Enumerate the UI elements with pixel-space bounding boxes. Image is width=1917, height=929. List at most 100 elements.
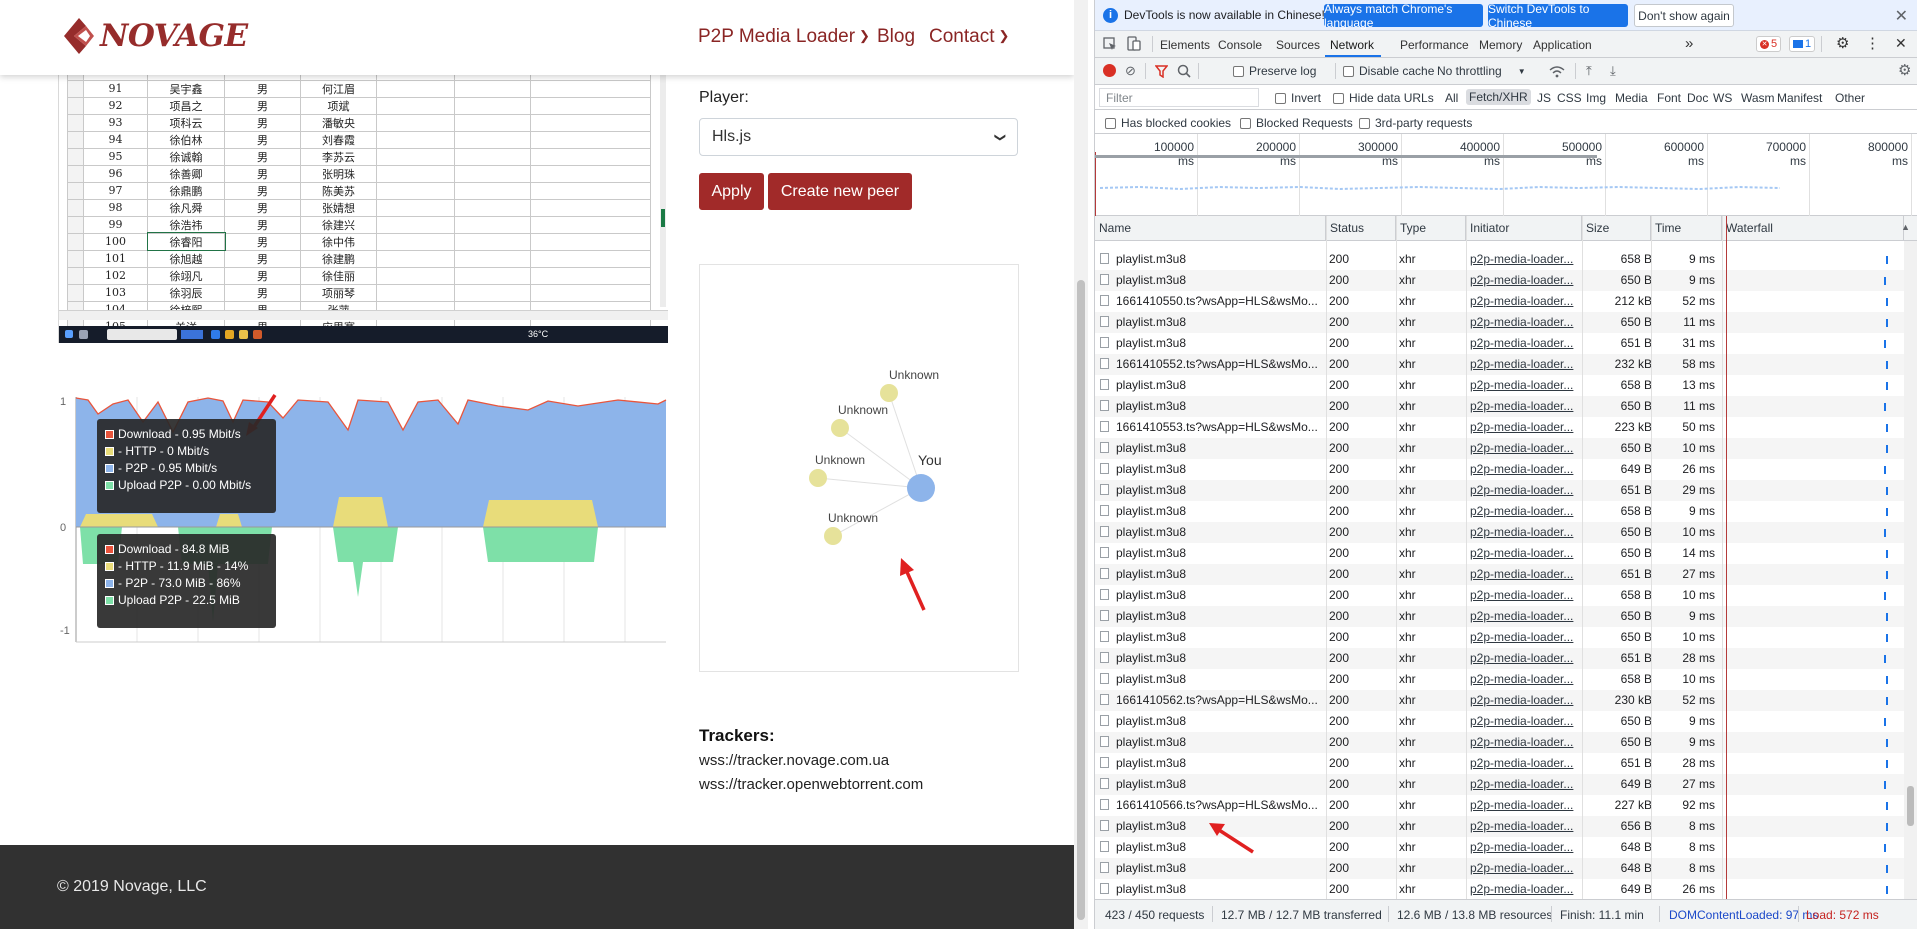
request-row[interactable]: playlist.m3u8 200 xhr p2p-media-loader... 65… [1095, 543, 1904, 564]
match-language-button[interactable]: Always match Chrome's language [1324, 2, 1483, 30]
network-settings-gear-icon[interactable]: ⚙ [1898, 61, 1911, 79]
request-initiator-link[interactable]: p2p-media-loader... [1470, 417, 1580, 438]
third-party-checkbox[interactable]: 3rd-party requests [1359, 116, 1472, 130]
create-new-peer-button[interactable]: Create new peer [768, 173, 912, 210]
page-scrollbar[interactable] [1074, 0, 1088, 929]
preserve-log-checkbox[interactable]: Preserve log [1233, 64, 1316, 78]
more-tabs-icon[interactable]: » [1685, 35, 1693, 52]
request-initiator-link[interactable]: p2p-media-loader... [1470, 816, 1580, 837]
column-header-waterfall[interactable]: Waterfall [1722, 216, 1904, 241]
request-row[interactable]: 1661410566.ts?wsApp=HLS&wsMo... 200 xhr p2p… [1095, 795, 1904, 816]
type-filter-js[interactable]: JS [1537, 91, 1551, 105]
request-row[interactable]: playlist.m3u8 200 xhr p2p-media-loader... 65… [1095, 375, 1904, 396]
settings-gear-icon[interactable]: ⚙ [1836, 34, 1849, 52]
column-header-name[interactable]: Name [1095, 216, 1326, 241]
request-initiator-link[interactable]: p2p-media-loader... [1470, 480, 1580, 501]
request-row[interactable]: playlist.m3u8 200 xhr p2p-media-loader... 65… [1095, 522, 1904, 543]
type-filter-wasm[interactable]: Wasm [1741, 91, 1775, 105]
request-initiator-link[interactable]: p2p-media-loader... [1470, 669, 1580, 690]
player-select[interactable]: Hls.js ❯ [699, 118, 1018, 156]
request-initiator-link[interactable]: p2p-media-loader... [1470, 564, 1580, 585]
request-initiator-link[interactable]: p2p-media-loader... [1470, 627, 1580, 648]
type-filter-media[interactable]: Media [1615, 91, 1648, 105]
request-row[interactable]: playlist.m3u8 200 xhr p2p-media-loader... 65… [1095, 270, 1904, 291]
nav-p2p-media-loader[interactable]: P2P Media Loader ❯ [698, 26, 870, 48]
request-row[interactable]: playlist.m3u8 200 xhr p2p-media-loader... 65… [1095, 438, 1904, 459]
you-node[interactable] [907, 474, 935, 502]
device-toolbar-icon[interactable] [1127, 36, 1141, 52]
requests-scrollbar[interactable] [1904, 241, 1917, 899]
request-row[interactable]: 1661410550.ts?wsApp=HLS&wsMo... 200 xhr p2p… [1095, 291, 1904, 312]
request-initiator-link[interactable]: p2p-media-loader... [1470, 291, 1580, 312]
type-filter-doc[interactable]: Doc [1687, 91, 1708, 105]
type-filter-font[interactable]: Font [1657, 91, 1681, 105]
tab-elements[interactable]: Elements [1160, 38, 1210, 52]
request-row[interactable] [1095, 241, 1904, 249]
close-devtools-icon[interactable]: ✕ [1895, 35, 1907, 52]
tab-console[interactable]: Console [1218, 38, 1262, 52]
request-initiator-link[interactable]: p2p-media-loader... [1470, 774, 1580, 795]
nav-blog[interactable]: Blog [877, 26, 915, 48]
type-filter-other[interactable]: Other [1835, 91, 1865, 105]
request-row[interactable]: 1661410552.ts?wsApp=HLS&wsMo... 200 xhr p2p… [1095, 354, 1904, 375]
invert-checkbox[interactable]: Invert [1275, 91, 1321, 105]
request-row[interactable]: playlist.m3u8 200 xhr p2p-media-loader... 65… [1095, 753, 1904, 774]
request-initiator-link[interactable]: p2p-media-loader... [1470, 711, 1580, 732]
disable-cache-checkbox[interactable]: Disable cache [1343, 64, 1434, 78]
request-initiator-link[interactable]: p2p-media-loader... [1470, 333, 1580, 354]
filter-icon[interactable] [1155, 65, 1168, 78]
column-header-time[interactable]: Time [1651, 216, 1722, 241]
peer-node[interactable] [880, 384, 898, 402]
request-row[interactable]: playlist.m3u8 200 xhr p2p-media-loader... 65… [1095, 669, 1904, 690]
filter-input[interactable]: Filter [1099, 88, 1259, 107]
peer-node[interactable] [824, 527, 842, 545]
peer-node[interactable] [809, 469, 827, 487]
switch-chinese-button[interactable]: Switch DevTools to Chinese [1488, 2, 1628, 30]
request-initiator-link[interactable]: p2p-media-loader... [1470, 858, 1580, 879]
type-filter-manifest[interactable]: Manifest [1777, 91, 1822, 105]
request-initiator-link[interactable]: p2p-media-loader... [1470, 753, 1580, 774]
request-row[interactable]: playlist.m3u8 200 xhr p2p-media-loader... 64… [1095, 879, 1904, 899]
type-filter-img[interactable]: Img [1586, 91, 1606, 105]
request-initiator-link[interactable]: p2p-media-loader... [1470, 837, 1580, 858]
tab-performance[interactable]: Performance [1400, 38, 1469, 52]
type-filter-ws[interactable]: WS [1713, 91, 1732, 105]
column-header-type[interactable]: Type [1396, 216, 1466, 241]
tab-network[interactable]: Network [1330, 38, 1374, 52]
request-initiator-link[interactable]: p2p-media-loader... [1470, 648, 1580, 669]
messages-badge[interactable]: 1 [1789, 36, 1816, 52]
record-icon[interactable] [1103, 64, 1116, 77]
has-blocked-cookies-checkbox[interactable]: Has blocked cookies [1105, 116, 1231, 130]
request-initiator-link[interactable]: p2p-media-loader... [1470, 795, 1580, 816]
throttling-select[interactable]: No throttling ▼ [1437, 64, 1526, 78]
search-icon[interactable] [1177, 64, 1191, 78]
request-initiator-link[interactable]: p2p-media-loader... [1470, 375, 1580, 396]
request-row[interactable]: playlist.m3u8 200 xhr p2p-media-loader... 65… [1095, 312, 1904, 333]
column-header-size[interactable]: Size [1582, 216, 1651, 241]
request-initiator-link[interactable]: p2p-media-loader... [1470, 312, 1580, 333]
request-initiator-link[interactable]: p2p-media-loader... [1470, 585, 1580, 606]
dont-show-again-button[interactable]: Don't show again [1634, 4, 1734, 27]
request-initiator-link[interactable]: p2p-media-loader... [1470, 879, 1580, 899]
request-initiator-link[interactable]: p2p-media-loader... [1470, 543, 1580, 564]
request-row[interactable]: playlist.m3u8 200 xhr p2p-media-loader... 64… [1095, 858, 1904, 879]
network-overview-timeline[interactable]: 100000 ms 200000 ms 300000 ms 400000 ms 5000… [1095, 134, 1917, 216]
column-header-status[interactable]: Status [1326, 216, 1396, 241]
request-row[interactable]: 1661410562.ts?wsApp=HLS&wsMo... 200 xhr p2p… [1095, 690, 1904, 711]
blocked-requests-checkbox[interactable]: Blocked Requests [1240, 116, 1353, 130]
request-row[interactable]: playlist.m3u8 200 xhr p2p-media-loader... 65… [1095, 480, 1904, 501]
request-row[interactable]: playlist.m3u8 200 xhr p2p-media-loader... 64… [1095, 459, 1904, 480]
request-initiator-link[interactable]: p2p-media-loader... [1470, 354, 1580, 375]
column-header-initiator[interactable]: Initiator [1466, 216, 1582, 241]
nav-contact[interactable]: Contact ❯ [929, 26, 1009, 48]
hide-data-urls-checkbox[interactable]: Hide data URLs [1333, 91, 1434, 105]
request-initiator-link[interactable]: p2p-media-loader... [1470, 732, 1580, 753]
request-row[interactable]: 1661410553.ts?wsApp=HLS&wsMo... 200 xhr p2p… [1095, 417, 1904, 438]
apply-button[interactable]: Apply [699, 173, 764, 210]
request-row[interactable]: playlist.m3u8 200 xhr p2p-media-loader... 65… [1095, 648, 1904, 669]
errors-badge[interactable]: ✕ 5 [1756, 36, 1782, 52]
type-filter-css[interactable]: CSS [1557, 91, 1582, 105]
request-row[interactable]: playlist.m3u8 200 xhr p2p-media-loader... 65… [1095, 585, 1904, 606]
tab-memory[interactable]: Memory [1479, 38, 1522, 52]
request-initiator-link[interactable]: p2p-media-loader... [1470, 606, 1580, 627]
